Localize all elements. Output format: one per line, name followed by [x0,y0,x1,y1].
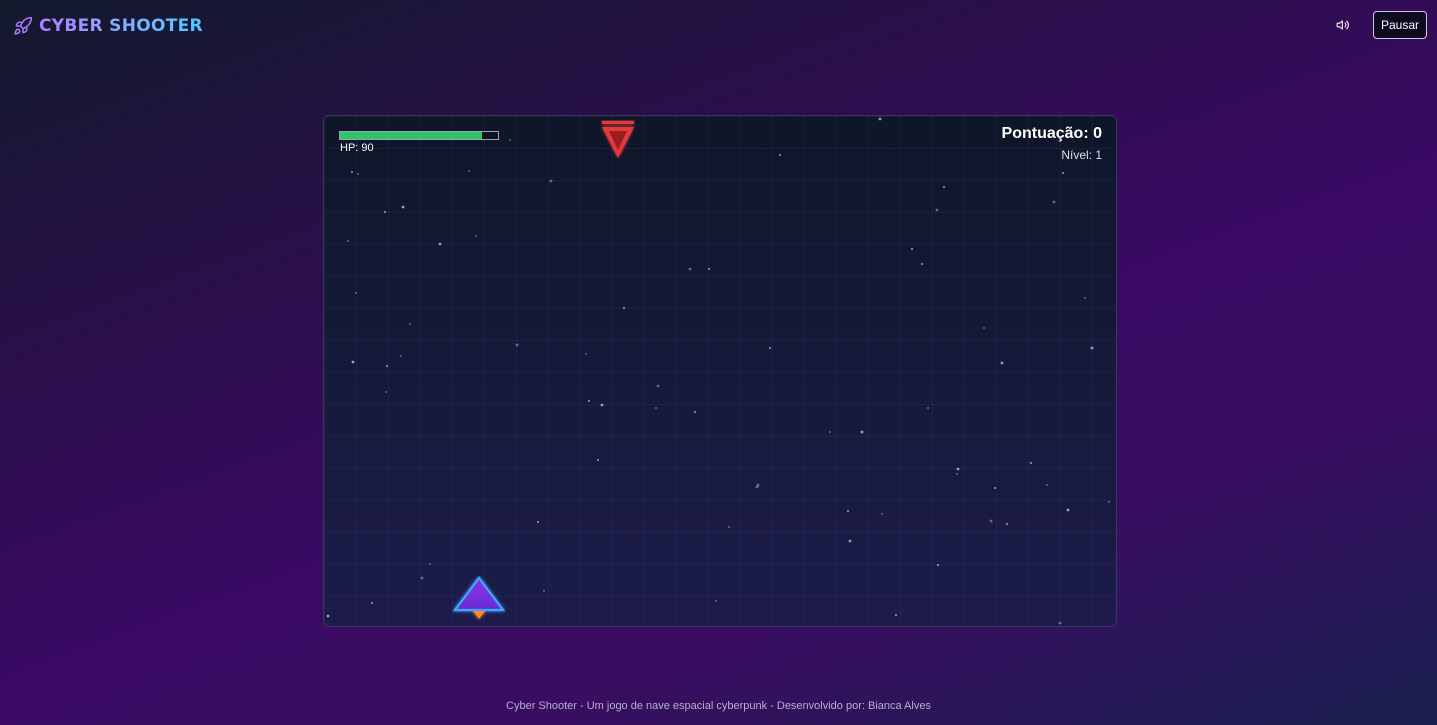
star [878,117,882,121]
star [509,139,511,141]
star [597,459,599,461]
star [600,403,604,407]
star [1006,523,1008,525]
star [895,614,897,616]
star [769,347,771,349]
star [921,263,923,265]
star [956,473,958,475]
star [860,430,864,434]
star [655,407,657,409]
star [829,431,831,433]
hp-bar [339,131,499,140]
star [351,171,353,173]
star [429,563,431,565]
star [943,186,945,188]
star [420,576,424,580]
star [989,519,993,523]
speaker-icon [1336,17,1350,36]
app-logo: CYBER SHOOTER [13,13,203,39]
star [351,360,355,364]
rocket-icon [13,16,33,36]
game-canvas[interactable]: HP: 90 Pontuação: 0 Nível: 1 [323,115,1117,627]
hp-bar-fill [340,132,483,139]
star [400,355,402,357]
star [694,411,696,413]
star [326,614,330,618]
star [994,487,996,489]
star [1000,361,1004,365]
star [385,391,387,393]
star [585,353,587,355]
starfield [326,117,1110,625]
pause-button[interactable]: Pausar [1373,11,1427,39]
star [384,211,386,213]
star [623,307,625,309]
star [927,407,929,409]
star [549,179,553,183]
star [1066,508,1070,512]
star [409,323,411,325]
star [656,384,660,388]
star [1084,297,1086,299]
star [386,365,388,367]
hp-label: HP: 90 [340,142,374,154]
star [708,268,710,270]
star [848,539,852,543]
star [1046,484,1048,486]
star [468,170,470,172]
star [543,590,545,592]
star [1030,462,1032,464]
star [779,154,781,156]
sound-toggle-button[interactable] [1333,16,1353,36]
top-bar: CYBER SHOOTER Pausar [0,0,1437,52]
star [1058,621,1062,625]
star [1108,501,1110,503]
star [715,600,717,602]
star [357,173,359,175]
level-label: Nível: 1 [1061,148,1102,162]
star [847,510,849,512]
star [371,602,373,604]
star [347,240,349,242]
star [588,400,590,402]
star [355,292,357,294]
footer-credits: Cyber Shooter - Um jogo de nave espacial… [506,700,931,712]
star [1062,172,1064,174]
star [756,483,760,487]
star [937,564,939,566]
player-ship [452,576,506,619]
star [728,526,730,528]
star [537,521,539,523]
star [401,205,405,209]
star [911,248,913,250]
star [956,467,960,471]
score-label: Pontuação: 0 [1001,125,1102,142]
app-title: CYBER SHOOTER [39,16,203,36]
star [881,513,883,515]
star [983,327,985,329]
star [475,235,477,237]
star [438,242,442,246]
star [1052,200,1056,204]
star [515,343,519,347]
star [935,208,939,212]
star [1090,346,1094,350]
enemy-ship [602,121,634,158]
star [688,267,692,271]
